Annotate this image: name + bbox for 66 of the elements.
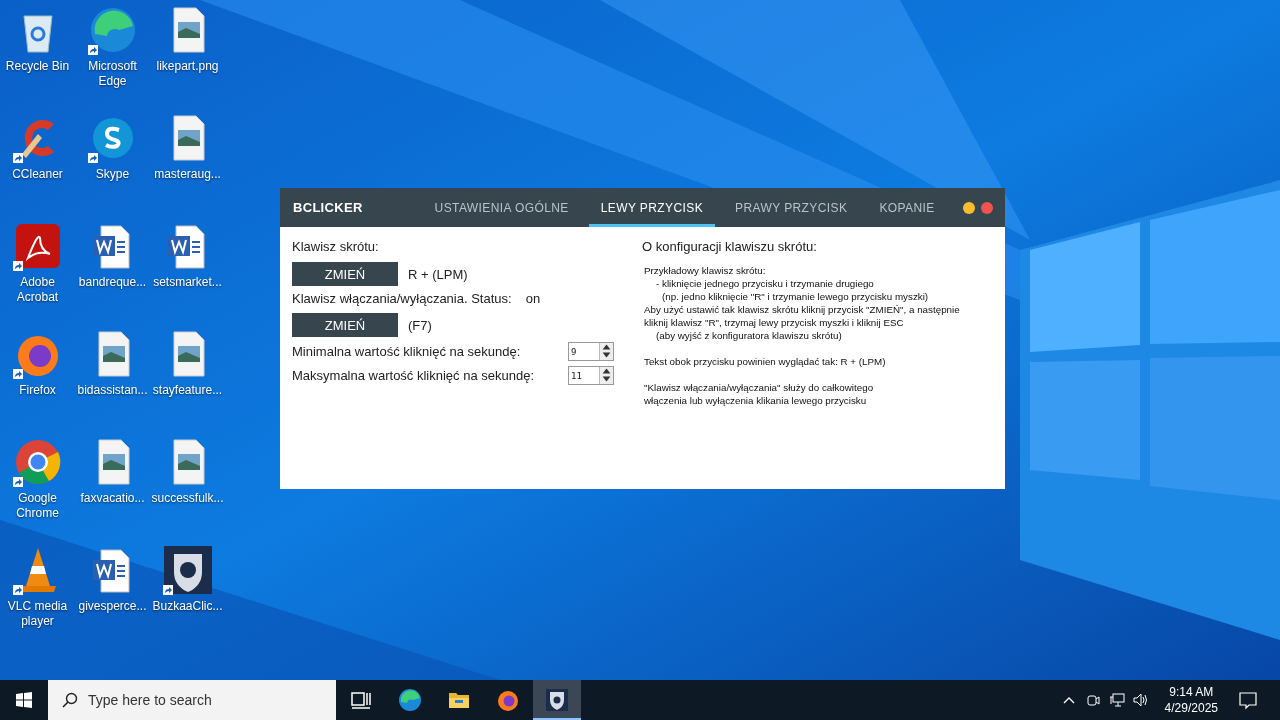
tab[interactable]: PRAWY PRZYCISK (723, 188, 860, 227)
info-text-line: Aby użyć ustawić tak klawisz skrótu kliknij przycisk "ZMIEŃ", a następnie (644, 303, 961, 316)
spin-down-icon[interactable] (600, 375, 613, 383)
tab[interactable]: KOPANIE (867, 188, 947, 227)
info-text-line: (np. jedno kliknięcie "R" i trzymanie lewego przycisku myszki) (661, 290, 930, 303)
info-text-line: (aby wyjść z konfiguratora klawiszu skrótu) (655, 329, 843, 342)
app-icon[interactable] (88, 6, 137, 54)
app-icon (545, 688, 569, 712)
info-text-line: Przykładowy klawisz skrótu: (644, 264, 767, 277)
desktop-icon-label[interactable]: stayfeature... (152, 383, 223, 398)
max-clicks-label: Maksymalna wartość kliknięć na sekundę: (292, 368, 535, 383)
desktop-icon-label[interactable]: CCleaner (12, 167, 63, 182)
info-text-line: - kliknięcie jednego przycisku i trzymanie drugiego (655, 277, 875, 290)
window-control-dot[interactable] (981, 201, 993, 214)
toggle-label: Klawisz włączania/wyłączania. Status: (292, 291, 512, 306)
spin-down-icon[interactable] (600, 351, 613, 359)
desktop-icon-label[interactable]: Recycle Bin (5, 59, 70, 74)
desktop-icon-label[interactable]: Skype (95, 167, 130, 182)
app-icon[interactable] (163, 546, 212, 594)
windows-start-icon[interactable] (16, 692, 32, 708)
app-name: BCLICKER (293, 200, 363, 215)
desktop-icon-label[interactable]: Google Chrome (0, 491, 75, 521)
notification-icon[interactable] (1238, 690, 1258, 710)
window-control-dot[interactable] (963, 201, 975, 214)
change-button[interactable]: ZMIEŃ (292, 262, 398, 286)
spin-field[interactable]: 9 (568, 342, 614, 361)
desktop-icon-label[interactable]: Adobe Acrobat (0, 275, 75, 305)
network-icon[interactable] (1108, 692, 1125, 708)
spin-field[interactable]: 11 (568, 366, 614, 385)
desktop-icon-label[interactable]: successfulk... (151, 491, 224, 506)
camera-icon[interactable] (1084, 692, 1101, 708)
time-text: 9:14 AM (1169, 684, 1214, 700)
desktop-icon-label[interactable]: Microsoft Edge (75, 59, 150, 89)
hotkey-value: R + (LPM) (408, 266, 468, 282)
spin-up-icon[interactable] (600, 343, 613, 351)
tab[interactable]: LEWY PRZYCISK (588, 188, 716, 227)
volume-icon[interactable] (1132, 692, 1149, 708)
desktop-icon-label[interactable]: likepart.png (156, 59, 219, 74)
desktop-icon-label[interactable]: givesperce... (78, 599, 147, 614)
info-text-line: kliknij klawisz "R", trzymaj lewy przycisk myszki i kliknij ESC (644, 316, 905, 329)
change-button[interactable]: ZMIEŃ (292, 313, 398, 337)
toggle-status: on (525, 291, 541, 306)
taskbar-app-button[interactable] (533, 680, 581, 720)
min-clicks-label: Minimalna wartość kliknięć na sekundę: (292, 344, 521, 359)
app-icon[interactable] (13, 222, 62, 270)
app-icon (398, 688, 422, 712)
app-icon (496, 688, 520, 712)
info-heading: O konfiguracji klawiszu skrótu: (642, 239, 818, 255)
hotkey-label: Klawisz skrótu: (292, 239, 380, 255)
desktop-icon-label[interactable]: setsmarket... (153, 275, 222, 290)
spin-up-icon[interactable] (600, 367, 613, 375)
toggle-key-value: (F7) (408, 317, 432, 333)
info-text-line: włączenia lub wyłączenia klikania lewego przycisku (644, 394, 868, 407)
desktop-icon-label[interactable]: bandreque... (78, 275, 147, 290)
date-text: 4/29/2025 (1164, 700, 1218, 716)
info-text-line: Tekst obok przycisku powinien wyglądać tak: R + (LPM) (644, 355, 887, 368)
tab[interactable]: USTAWIENIA OGÓLNE (422, 188, 581, 227)
desktop-icon-label[interactable]: VLC media player (0, 599, 75, 629)
desktop-icon-label[interactable]: bidassistan... (77, 383, 148, 398)
info-text-line: "Klawisz włączania/wyłączania" służy do całkowitego (644, 381, 875, 394)
desktop-icon-label[interactable]: faxvacatio... (80, 491, 145, 506)
desktop-icon-label[interactable]: Firefox (19, 383, 56, 398)
desktop-icon-label[interactable]: masteraug... (154, 167, 221, 182)
desktop-icon-label[interactable]: BuzkaaClic... (152, 599, 223, 614)
search-field[interactable]: Type here to search (48, 680, 336, 720)
clock[interactable]: 9:14 AM 4/29/2025 (1164, 684, 1218, 716)
